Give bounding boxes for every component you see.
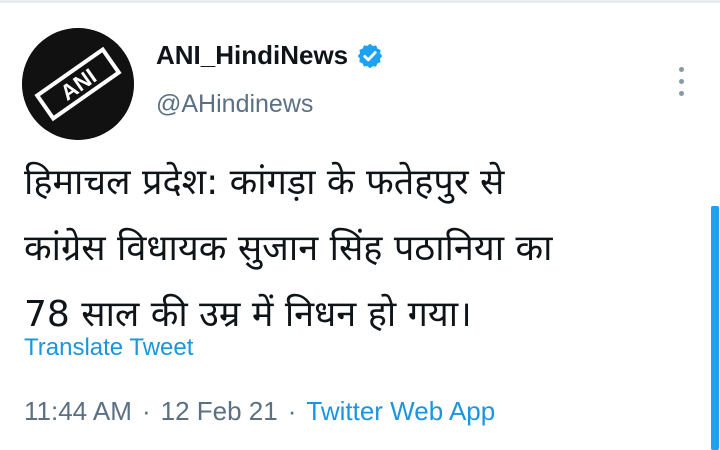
separator: ·	[141, 396, 151, 426]
tweet-date[interactable]: 12 Feb 21	[161, 396, 278, 427]
tweet-text: हिमाचल प्रदेश: कांगड़ा के फतेहपुर से कां…	[24, 150, 664, 348]
user-handle[interactable]: @AHindinews	[156, 90, 313, 119]
dot	[678, 66, 684, 72]
dot	[678, 78, 684, 84]
tweet-metadata: 11:44 AM · 12 Feb 21 · Twitter Web App	[24, 396, 495, 427]
dot	[678, 90, 684, 96]
tweet-text-line: कांग्रेस विधायक सुजान सिंह पठानिया का	[24, 228, 553, 269]
tweet-text-line: हिमाचल प्रदेश: कांगड़ा के फतेहपुर से	[24, 162, 505, 203]
ani-logo-icon: ANI	[22, 28, 134, 140]
separator: ·	[287, 396, 297, 426]
scrollbar[interactable]	[711, 206, 719, 450]
verified-badge-icon	[357, 43, 383, 68]
source-app-link[interactable]: Twitter Web App	[306, 396, 495, 427]
avatar[interactable]: ANI	[22, 28, 134, 140]
translate-tweet-link[interactable]: Translate Tweet	[24, 334, 193, 362]
tweet-time[interactable]: 11:44 AM	[24, 396, 132, 427]
more-vertical-icon[interactable]	[666, 64, 696, 98]
display-name-row[interactable]: ANI_HindiNews	[156, 40, 384, 71]
top-divider	[0, 0, 720, 3]
display-name[interactable]: ANI_HindiNews	[156, 40, 348, 71]
